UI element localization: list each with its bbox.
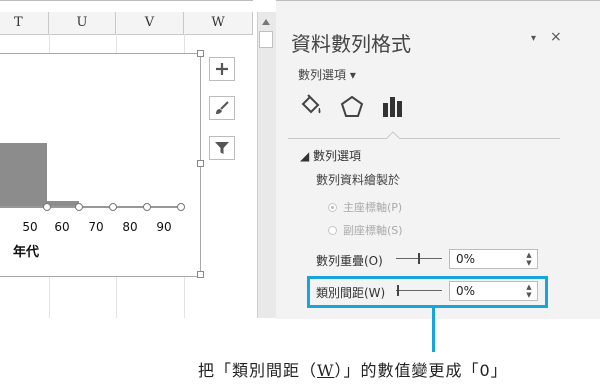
axis-point[interactable] (43, 203, 51, 211)
active-tab-indicator (386, 131, 400, 139)
brush-icon (216, 101, 229, 114)
series-overlap-slider-thumb[interactable] (418, 253, 420, 264)
tab-divider (288, 138, 560, 139)
series-options-menu[interactable]: 數列選項 ▾ (298, 66, 356, 83)
close-icon[interactable]: × (550, 29, 562, 45)
axis-tick-label: 70 (88, 220, 104, 234)
axis-title: 年代 (13, 245, 40, 260)
axis-tick-label: 50 (22, 220, 38, 234)
chart-elements-button[interactable] (209, 57, 235, 81)
primary-axis-radio[interactable] (328, 203, 337, 212)
series-overlap-spinner[interactable]: 0% ▲ ▼ (449, 249, 538, 269)
series-options-section-header[interactable]: ◢ 數列選項 (300, 147, 361, 164)
scroll-up-arrow-icon[interactable] (259, 15, 273, 29)
axis-tick-label: 80 (122, 220, 138, 234)
resize-handle[interactable] (197, 271, 204, 278)
pane-title: 資料數列格式 (291, 32, 411, 56)
chart-filters-button[interactable] (209, 136, 235, 160)
column-header-t[interactable]: T (0, 12, 49, 34)
column-header-v[interactable]: V (116, 12, 184, 34)
axis-point[interactable] (143, 203, 151, 211)
series-options-bars-icon[interactable] (380, 94, 406, 120)
plus-icon (216, 63, 228, 75)
axis-point[interactable] (75, 203, 83, 211)
column-headers: T U V W (0, 12, 253, 35)
column-header-u[interactable]: U (49, 12, 116, 34)
histogram-bar[interactable] (47, 201, 79, 206)
axis-point[interactable] (177, 203, 185, 211)
series-overlap-label: 數列重疊(O) (316, 254, 383, 268)
axis-point[interactable] (109, 203, 117, 211)
chart-styles-button[interactable] (209, 96, 235, 120)
chart-plot[interactable] (0, 135, 200, 215)
caption-shortcut-key: W (317, 361, 335, 380)
caption-text: ）」的數值變更成「0」 (334, 361, 508, 380)
fill-line-icon[interactable] (298, 94, 324, 120)
column-header-w[interactable]: W (184, 12, 253, 34)
resize-handle[interactable] (197, 50, 204, 57)
histogram-bar[interactable] (0, 143, 47, 206)
scroll-thumb[interactable] (259, 31, 273, 48)
pane-options-dropdown-icon[interactable]: ▾ (531, 33, 536, 44)
axis-tick-label: 90 (156, 220, 172, 234)
plot-series-on-label: 數列資料繪製於 (316, 173, 401, 187)
callout-line (432, 308, 435, 352)
secondary-axis-label: 副座標軸(S) (343, 224, 403, 237)
funnel-icon (215, 142, 229, 154)
highlight-box (307, 276, 548, 308)
vertical-scrollbar[interactable] (257, 12, 277, 318)
effects-pentagon-icon[interactable] (339, 94, 365, 120)
spinner-arrows-icon[interactable]: ▲ ▼ (525, 251, 533, 267)
caption-text: 把「類別間距（ (198, 361, 318, 380)
series-overlap-value[interactable]: 0% (456, 252, 475, 266)
axis-tick-label: 60 (54, 220, 70, 234)
secondary-axis-radio[interactable] (328, 226, 337, 235)
instruction-caption: 把「類別間距（W）」的數值變更成「0」 (198, 357, 508, 381)
primary-axis-label: 主座標軸(P) (343, 201, 403, 214)
